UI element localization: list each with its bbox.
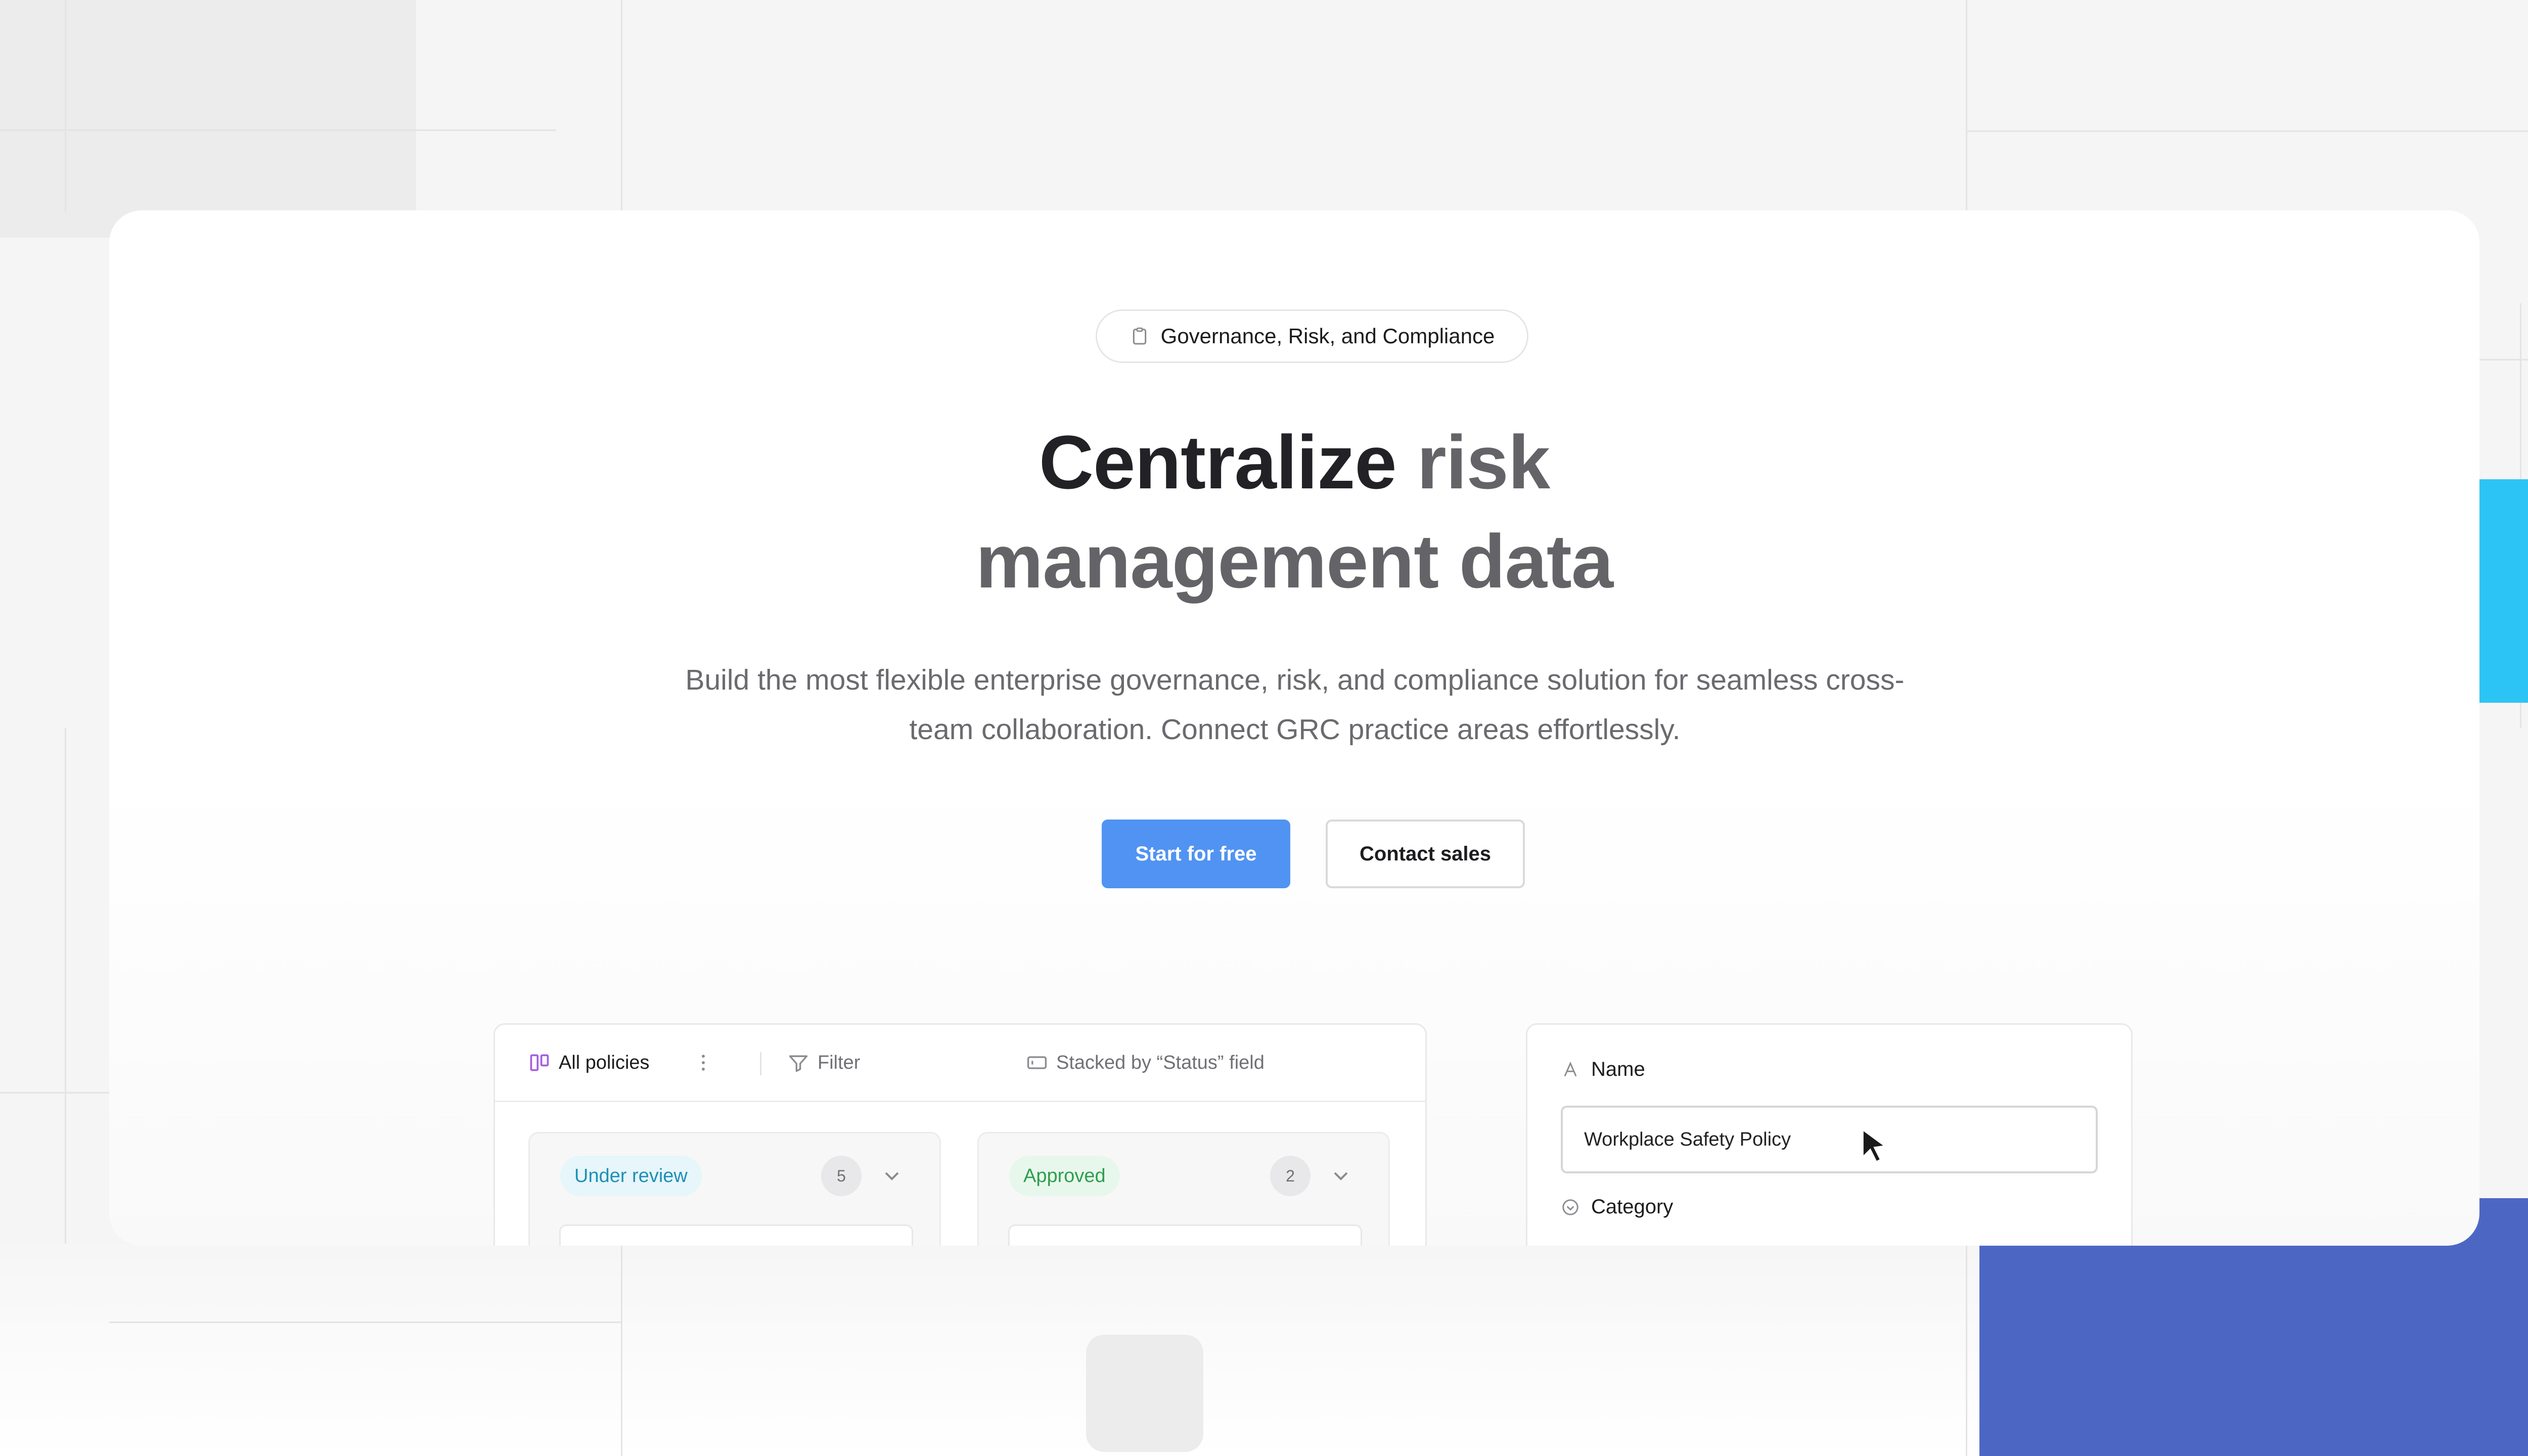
mouse-cursor-icon: [1862, 1127, 1888, 1163]
grid-line: [0, 129, 556, 131]
badge-label: Governance, Risk, and Compliance: [1160, 324, 1495, 348]
name-label: Name: [1591, 1058, 1645, 1080]
grid-line: [1966, 0, 1967, 212]
grid-line: [621, 1244, 622, 1456]
chevron-down-icon[interactable]: [880, 1164, 904, 1188]
grid-line: [1966, 130, 2528, 132]
filter-button[interactable]: Filter: [787, 1025, 860, 1101]
filter-label: Filter: [818, 1052, 861, 1073]
policy-card[interactable]: [559, 1224, 913, 1246]
background-tile: [0, 0, 416, 238]
toolbar-divider: [760, 1052, 761, 1075]
title-muted-line: management data: [975, 519, 1613, 604]
stacked-by-label: Stacked by “Status” field: [1056, 1052, 1265, 1073]
grid-line: [65, 0, 66, 212]
decorative-square: [1086, 1335, 1203, 1452]
view-options-button[interactable]: [692, 1025, 714, 1101]
chevron-down-icon[interactable]: [1329, 1164, 1353, 1188]
subtitle-line: team collaboration. Connect GRC practice…: [909, 713, 1681, 746]
hero-card: Governance, Risk, and Compliance Central…: [109, 210, 2479, 1246]
text-field-icon: [1564, 1061, 1577, 1076]
title-muted-part: risk: [1417, 420, 1550, 505]
start-for-free-button[interactable]: Start for free: [1102, 820, 1290, 888]
view-label: All policies: [559, 1052, 650, 1073]
contact-sales-button[interactable]: Contact sales: [1326, 820, 1525, 888]
more-vertical-icon: [702, 1055, 705, 1071]
clipboard-icon: [1133, 327, 1146, 345]
grid-line: [621, 0, 622, 212]
policy-form: Name Category: [1526, 1023, 2133, 1246]
stacked-by-button[interactable]: Stacked by “Status” field: [1026, 1025, 1265, 1101]
grid-line: [1966, 1244, 1967, 1456]
category-label: Category: [1591, 1196, 1674, 1218]
kanban-column-under-review: Under review 5: [528, 1132, 941, 1246]
subtitle-line: Build the most flexible enterprise gover…: [685, 664, 1905, 696]
view-selector[interactable]: All policies: [528, 1025, 650, 1101]
filter-icon: [789, 1055, 808, 1072]
kanban-view-icon: [530, 1054, 549, 1071]
stack-field-icon: [1027, 1056, 1047, 1069]
column-count: 2: [1270, 1156, 1311, 1196]
single-select-icon: [1562, 1199, 1578, 1215]
name-input[interactable]: [1561, 1106, 2098, 1173]
page-title: Centralize risk management data: [109, 413, 2479, 611]
hero-subtitle: Build the most flexible enterprise gover…: [665, 655, 1924, 754]
policy-card[interactable]: [1008, 1224, 1362, 1246]
board-toolbar: All policies Filter Stacked by “Status” …: [495, 1025, 1425, 1102]
category-badge[interactable]: Governance, Risk, and Compliance: [1096, 309, 1528, 363]
column-count: 5: [821, 1156, 862, 1196]
grid-line: [109, 1322, 621, 1323]
title-dark-part: Centralize: [1039, 420, 1397, 505]
status-pill: Under review: [560, 1156, 702, 1196]
kanban-column-approved: Approved 2: [977, 1132, 1390, 1246]
status-pill: Approved: [1009, 1156, 1120, 1196]
policies-board: All policies Filter Stacked by “Status” …: [493, 1023, 1427, 1246]
grid-line: [0, 1092, 109, 1094]
category-field-label: Category: [1561, 1196, 1673, 1218]
name-field-label: Name: [1561, 1058, 1645, 1081]
